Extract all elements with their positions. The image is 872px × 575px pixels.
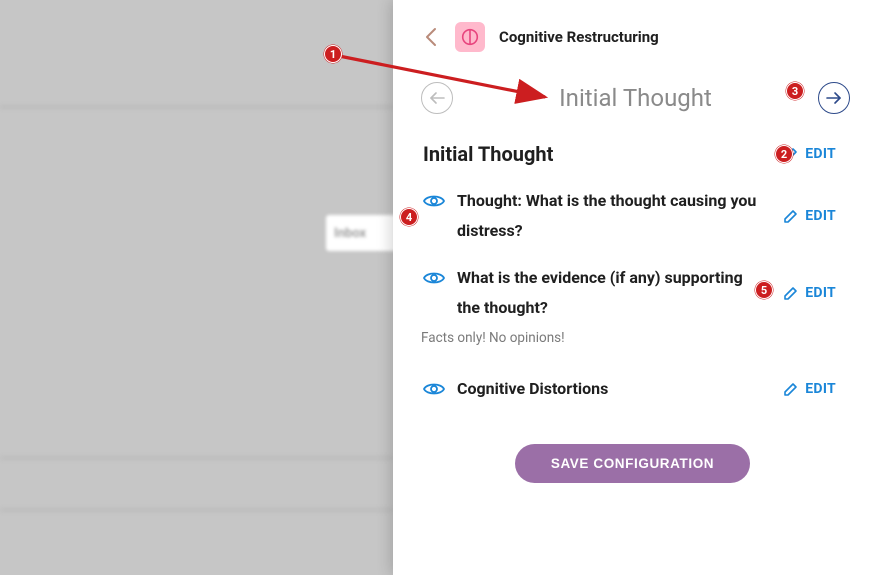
back-button[interactable]	[423, 27, 441, 47]
annotation-badge-1: 1	[324, 45, 342, 63]
edit-label: EDIT	[805, 208, 836, 224]
edit-label: EDIT	[805, 146, 836, 162]
prompt-row: Cognitive Distortions EDIT	[393, 354, 872, 410]
eye-icon	[423, 193, 445, 209]
prompt-row: What is the evidence (if any) supporting…	[393, 251, 872, 328]
prompt-question: Cognitive Distortions	[457, 374, 771, 404]
eye-icon	[423, 381, 445, 397]
annotation-badge-2: 2	[775, 145, 793, 163]
step-title: Initial Thought	[559, 84, 712, 112]
arrow-left-icon	[428, 91, 446, 105]
prompt-edit-button[interactable]: EDIT	[783, 285, 836, 301]
background-divider	[0, 106, 393, 108]
section-header: Initial Thought EDIT	[393, 124, 872, 174]
inbox-label: Inbox	[334, 226, 366, 241]
eye-icon	[423, 270, 445, 286]
edit-label: EDIT	[805, 285, 836, 301]
annotation-badge-4: 4	[400, 208, 418, 226]
edit-icon	[783, 381, 799, 397]
section-title: Initial Thought	[423, 142, 553, 166]
brain-split-icon	[461, 28, 479, 46]
edit-label: EDIT	[805, 381, 836, 397]
arrow-right-icon	[825, 91, 843, 105]
annotation-badge-5: 5	[755, 281, 773, 299]
edit-icon	[783, 285, 799, 301]
prompt-row: Thought: What is the thought causing you…	[393, 174, 872, 251]
prompt-hint: Facts only! No opinions!	[393, 328, 872, 354]
visibility-toggle[interactable]	[423, 267, 445, 289]
chevron-left-icon	[423, 27, 441, 47]
save-row: SAVE CONFIGURATION	[393, 410, 872, 483]
annotation-badge-3: 3	[786, 82, 804, 100]
panel-header: Cognitive Restructuring	[393, 0, 872, 62]
background-divider	[0, 457, 393, 511]
app-title: Cognitive Restructuring	[499, 28, 659, 46]
app-icon	[455, 22, 485, 52]
prompt-edit-button[interactable]: EDIT	[783, 381, 836, 397]
prompt-question: What is the evidence (if any) supporting…	[457, 263, 771, 322]
save-configuration-button[interactable]: SAVE CONFIGURATION	[515, 444, 750, 483]
visibility-toggle[interactable]	[423, 378, 445, 400]
prompt-question: Thought: What is the thought causing you…	[457, 186, 771, 245]
prompt-edit-button[interactable]: EDIT	[783, 208, 836, 224]
next-step-button[interactable]	[818, 82, 850, 114]
visibility-toggle[interactable]	[423, 190, 445, 212]
edit-icon	[783, 208, 799, 224]
prev-step-button[interactable]	[421, 82, 453, 114]
dimmed-background: Inbox	[0, 0, 393, 575]
